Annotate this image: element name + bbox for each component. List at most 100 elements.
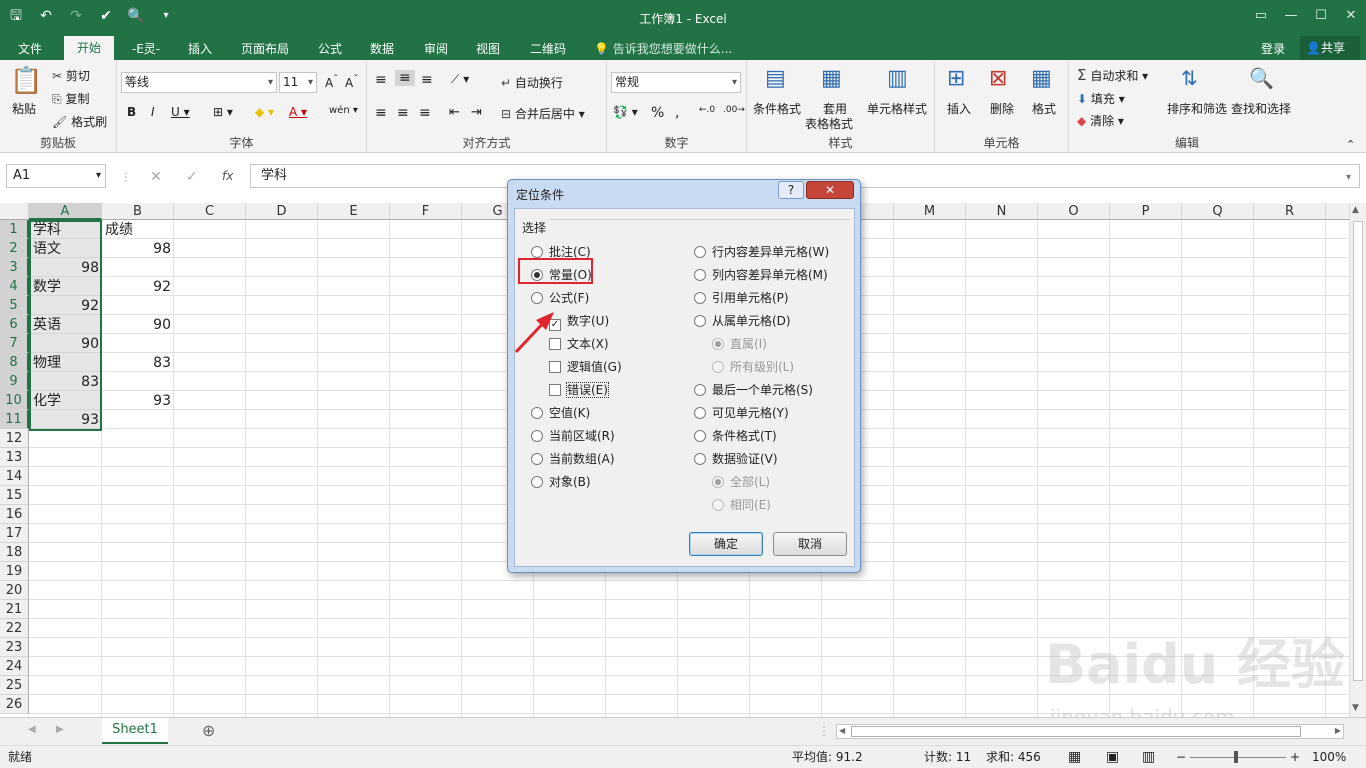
row-header[interactable]: 10 — [0, 391, 29, 410]
zoom-slider[interactable] — [1190, 757, 1286, 758]
insert-cells-button[interactable]: 插入 — [947, 100, 971, 117]
row-header[interactable]: 12 — [0, 429, 29, 448]
currency-icon[interactable]: 💱 ▾ — [613, 105, 638, 119]
row-header[interactable]: 23 — [0, 638, 29, 657]
row-header[interactable]: 11 — [0, 410, 29, 429]
tab-split-icon[interactable]: ⋮ — [818, 724, 830, 738]
align-left-icon[interactable]: ≡ — [375, 105, 387, 121]
autosum-button[interactable]: Σ 自动求和 ▾ — [1077, 66, 1148, 84]
number-format-select[interactable]: 常规 — [611, 72, 741, 93]
border-icon[interactable]: ⊞ ▾ — [213, 105, 233, 119]
col-header-c[interactable]: C — [174, 203, 246, 220]
merge-center-button[interactable]: ⊟ 合并后居中 ▾ — [501, 105, 585, 122]
minimize-icon[interactable]: — — [1276, 0, 1306, 32]
login-link[interactable]: 登录 — [1261, 40, 1285, 57]
col-header-a[interactable]: A — [29, 203, 102, 220]
grow-font-icon[interactable]: Aˆ — [325, 74, 338, 90]
cell-a4[interactable]: 数学 — [30, 278, 64, 297]
option-conditional-formats[interactable]: 条件格式(T) — [694, 428, 777, 444]
decrease-decimal-icon[interactable]: .00→ — [723, 105, 745, 115]
horizontal-scrollbar[interactable]: ◀ ▶ — [836, 724, 1344, 739]
fill-color-icon[interactable]: ◆ ▾ — [255, 105, 274, 119]
row-header[interactable]: 17 — [0, 524, 29, 543]
format-cells-button[interactable]: 格式 — [1032, 100, 1056, 117]
insert-cells-icon[interactable]: ⊞ — [947, 66, 965, 91]
tell-me-box[interactable]: 💡 告诉我您想要做什么... — [594, 40, 732, 57]
col-header-d[interactable]: D — [246, 203, 318, 220]
name-box-dropdown-icon[interactable]: ▾ — [96, 170, 101, 181]
wrap-text-button[interactable]: ↵ 自动换行 — [501, 74, 563, 91]
col-header-p[interactable]: P — [1110, 203, 1182, 220]
dialog-close-button[interactable]: ✕ — [806, 181, 854, 199]
bold-icon[interactable]: B — [127, 105, 136, 119]
clear-button[interactable]: ◆ 清除 ▾ — [1077, 112, 1124, 129]
cell-a11[interactable]: 93 — [29, 411, 102, 430]
row-header[interactable]: 9 — [0, 372, 29, 391]
cut-button[interactable]: ✂ 剪切 — [52, 67, 90, 84]
col-header-b[interactable]: B — [102, 203, 174, 220]
row-header[interactable]: 2 — [0, 239, 29, 258]
scroll-up-icon[interactable]: ▲ — [1352, 205, 1359, 215]
row-header[interactable]: 20 — [0, 581, 29, 600]
cell-a9[interactable]: 83 — [29, 373, 102, 392]
zoom-level[interactable]: 100% — [1312, 746, 1346, 768]
increase-decimal-icon[interactable]: ←.0 — [699, 105, 715, 115]
col-header-s[interactable] — [1326, 203, 1349, 220]
row-header[interactable]: 13 — [0, 448, 29, 467]
option-objects[interactable]: 对象(B) — [531, 474, 591, 490]
font-color-icon[interactable]: A ▾ — [289, 105, 307, 119]
tab-data[interactable]: 数据 — [364, 39, 400, 60]
cell-a3[interactable]: 98 — [29, 259, 102, 278]
insert-function-icon[interactable]: fx — [222, 169, 233, 183]
cell-b1[interactable]: 成绩 — [102, 221, 136, 240]
status-average[interactable]: 平均值: 91.2 — [792, 746, 863, 768]
col-header-m[interactable]: M — [894, 203, 966, 220]
conditional-format-button[interactable]: 条件格式 — [753, 100, 801, 117]
tab-file[interactable]: 文件 — [10, 39, 50, 60]
cell-b4[interactable]: 92 — [102, 278, 174, 297]
row-header[interactable]: 5 — [0, 296, 29, 315]
col-header-o[interactable]: O — [1038, 203, 1110, 220]
option-column-differences[interactable]: 列内容差异单元格(M) — [694, 267, 828, 283]
tab-insert[interactable]: 插入 — [182, 39, 218, 60]
sort-filter-icon[interactable]: ⇅ — [1181, 66, 1198, 90]
cell-a7[interactable]: 90 — [29, 335, 102, 354]
collapse-ribbon-icon[interactable]: ⌃ — [1346, 138, 1355, 151]
cell-a5[interactable]: 92 — [29, 297, 102, 316]
ribbon-display-icon[interactable]: ▭ — [1246, 0, 1276, 32]
row-header[interactable]: 22 — [0, 619, 29, 638]
confirm-entry-icon[interactable]: ✓ — [186, 169, 198, 185]
cell-b6[interactable]: 90 — [102, 316, 174, 335]
close-icon[interactable]: ✕ — [1336, 0, 1366, 32]
row-header[interactable]: 15 — [0, 486, 29, 505]
zoom-out-icon[interactable]: − — [1176, 746, 1186, 768]
cell-a8[interactable]: 物理 — [30, 354, 64, 373]
name-box[interactable]: A1 — [6, 164, 106, 188]
option-blanks[interactable]: 空值(K) — [531, 405, 590, 421]
format-painter-button[interactable]: 🖌 格式刷 — [52, 113, 107, 130]
next-sheet-icon[interactable]: ▶ — [56, 724, 64, 735]
cell-a10[interactable]: 化学 — [30, 392, 64, 411]
scroll-left-icon[interactable]: ◀ — [839, 726, 845, 735]
cell-styles-icon[interactable]: ▥ — [887, 66, 908, 91]
cell-a6[interactable]: 英语 — [30, 316, 64, 335]
cell-b8[interactable]: 83 — [102, 354, 174, 373]
page-break-view-icon[interactable]: ▥ — [1142, 746, 1155, 768]
row-header[interactable]: 14 — [0, 467, 29, 486]
zoom-in-icon[interactable]: + — [1290, 746, 1300, 768]
comma-icon[interactable]: , — [675, 105, 679, 121]
row-header[interactable]: 6 — [0, 315, 29, 334]
tab-formulas[interactable]: 公式 — [312, 39, 348, 60]
row-header[interactable]: 25 — [0, 676, 29, 695]
sheet-tab-sheet1[interactable]: Sheet1 — [102, 718, 168, 744]
checkbox-errors[interactable]: 错误(E) — [549, 382, 609, 398]
page-layout-view-icon[interactable]: ▣ — [1106, 746, 1119, 768]
row-header[interactable]: 1 — [0, 220, 29, 239]
align-center-icon[interactable]: ≡ — [397, 105, 409, 121]
tab-page-layout[interactable]: 页面布局 — [236, 39, 294, 60]
paste-button[interactable]: 粘贴 — [12, 100, 36, 117]
checkbox-logicals[interactable]: 逻辑值(G) — [549, 359, 622, 375]
row-header[interactable]: 26 — [0, 695, 29, 714]
percent-icon[interactable]: % — [651, 105, 664, 121]
increase-indent-icon[interactable]: ⇥ — [471, 105, 482, 120]
